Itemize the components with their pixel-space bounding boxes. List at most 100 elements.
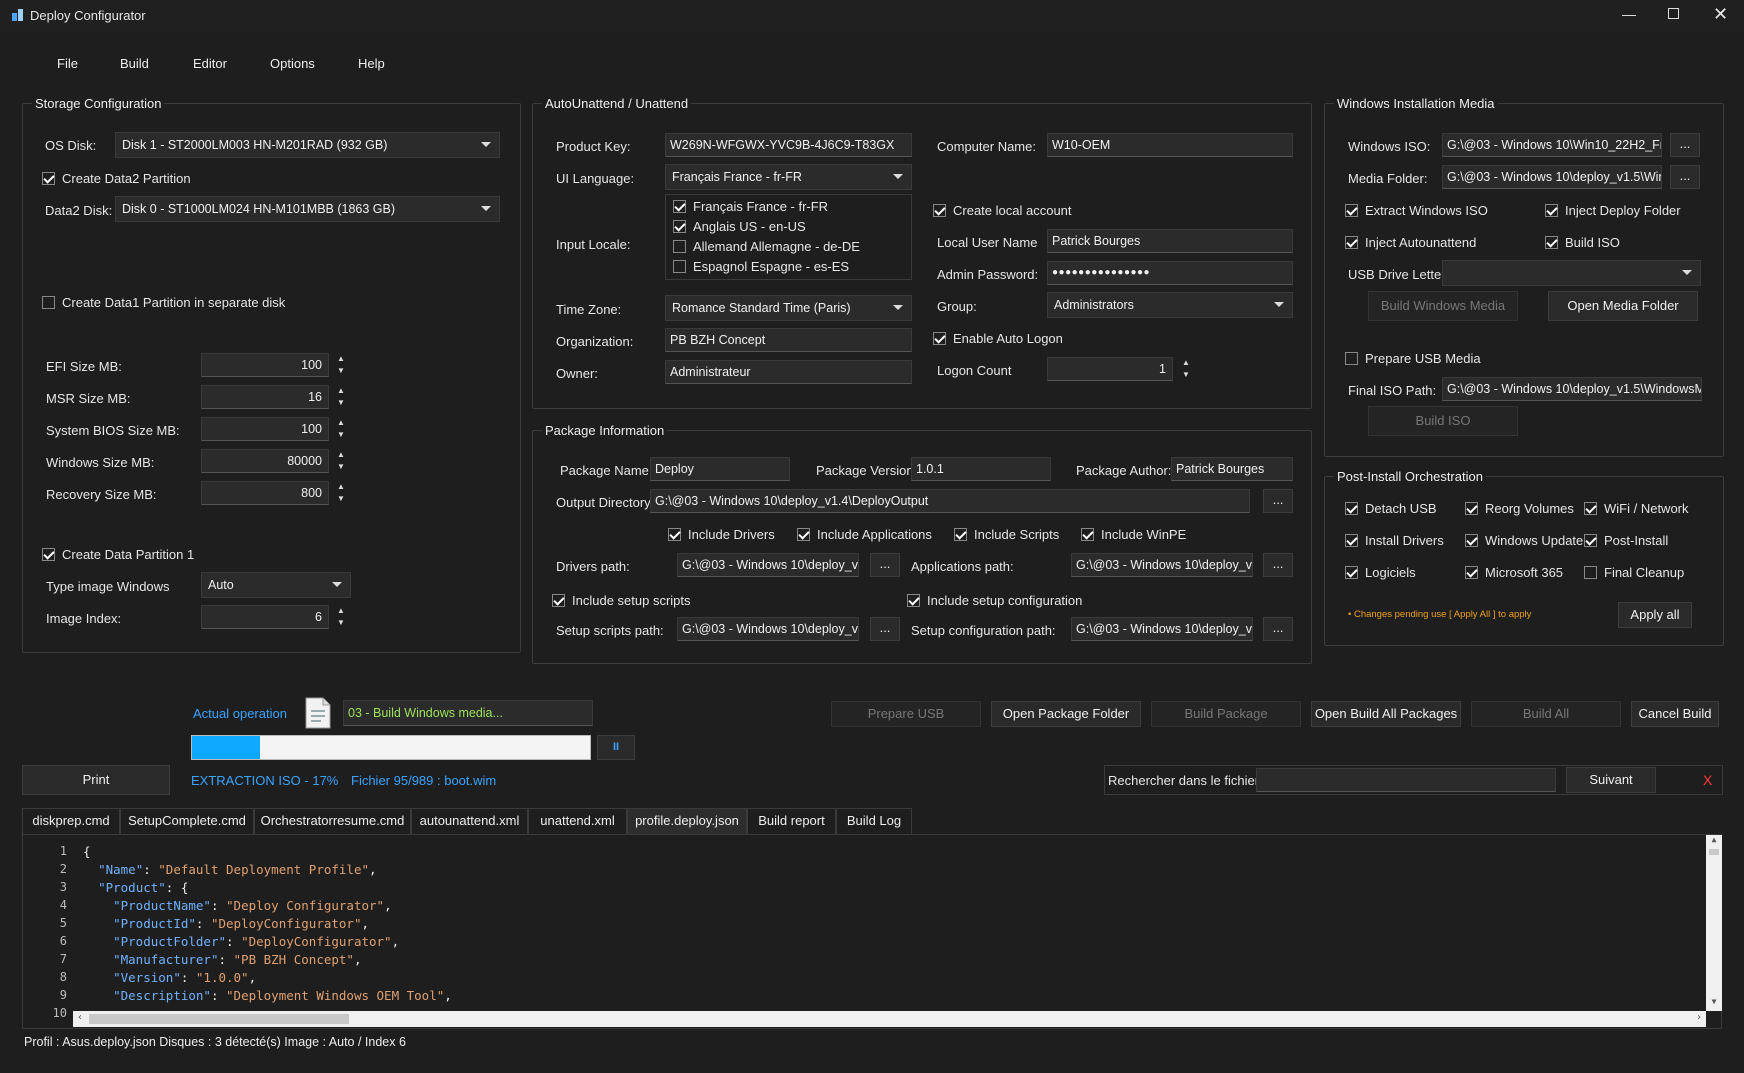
- spin-down-icon[interactable]: ▼: [1176, 369, 1196, 381]
- spin-up-icon[interactable]: ▲: [331, 353, 351, 365]
- ui-language-select[interactable]: Français France - fr-FR: [665, 164, 912, 190]
- logon-count-input[interactable]: 1: [1047, 357, 1173, 381]
- logiciels-checkbox[interactable]: Logiciels: [1345, 565, 1416, 580]
- menu-options[interactable]: Options: [270, 56, 315, 71]
- menu-build[interactable]: Build: [120, 56, 149, 71]
- setup-scripts-path-input[interactable]: G:\@03 - Windows 10\deploy_v1.5: [677, 617, 859, 641]
- efi-size-spinner[interactable]: ▲ ▼: [331, 353, 351, 377]
- spin-up-icon[interactable]: ▲: [331, 417, 351, 429]
- spin-up-icon[interactable]: ▲: [331, 449, 351, 461]
- spin-down-icon[interactable]: ▼: [331, 365, 351, 377]
- msr-size-spinner[interactable]: ▲ ▼: [331, 385, 351, 409]
- locale-en-checkbox[interactable]: Anglais US - en-US: [673, 219, 806, 234]
- spin-up-icon[interactable]: ▲: [331, 605, 351, 617]
- usb-drive-select[interactable]: [1442, 260, 1701, 286]
- final-cleanup-checkbox[interactable]: Final Cleanup: [1584, 565, 1684, 580]
- type-image-select[interactable]: Auto: [201, 572, 351, 598]
- scroll-right-icon[interactable]: ›: [1696, 1012, 1702, 1023]
- prepare-usb-media-checkbox[interactable]: Prepare USB Media: [1345, 351, 1481, 366]
- build-all-button[interactable]: Build All: [1471, 701, 1621, 727]
- prepare-usb-button[interactable]: Prepare USB: [831, 701, 981, 727]
- bios-size-spinner[interactable]: ▲ ▼: [331, 417, 351, 441]
- spin-down-icon[interactable]: ▼: [331, 429, 351, 441]
- setup-config-path-input[interactable]: G:\@03 - Windows 10\deploy_v1.5: [1071, 617, 1253, 641]
- create-data2-checkbox[interactable]: Create Data2 Partition: [42, 171, 191, 186]
- wifi-network-checkbox[interactable]: WiFi / Network: [1584, 501, 1689, 516]
- include-winpe-checkbox[interactable]: Include WinPE: [1081, 527, 1186, 542]
- build-package-button[interactable]: Build Package: [1151, 701, 1301, 727]
- package-author-input[interactable]: Patrick Bourges: [1171, 457, 1293, 481]
- tab-orchestratorresume[interactable]: Orchestratorresume.cmd: [254, 808, 411, 834]
- bios-size-input[interactable]: 100: [201, 417, 329, 441]
- create-data-partition1-checkbox[interactable]: Create Data Partition 1: [42, 547, 194, 562]
- browse-setup-config-button[interactable]: ...: [1263, 617, 1293, 641]
- print-button[interactable]: Print: [22, 765, 170, 795]
- create-data1-separate-checkbox[interactable]: Create Data1 Partition in separate disk: [42, 295, 285, 310]
- tab-diskprep[interactable]: diskprep.cmd: [22, 808, 120, 834]
- local-user-input[interactable]: Patrick Bourges: [1047, 229, 1293, 253]
- close-search-icon[interactable]: X: [1703, 772, 1712, 788]
- extract-iso-checkbox[interactable]: Extract Windows ISO: [1345, 203, 1488, 218]
- applications-path-input[interactable]: G:\@03 - Windows 10\deploy_v1.5: [1071, 553, 1253, 577]
- enable-auto-logon-checkbox[interactable]: Enable Auto Logon: [933, 331, 1063, 346]
- horizontal-scroll-thumb[interactable]: [89, 1014, 349, 1024]
- media-folder-input[interactable]: G:\@03 - Windows 10\deploy_v1.5\Windows: [1442, 165, 1662, 189]
- browse-setup-scripts-button[interactable]: ...: [870, 617, 900, 641]
- open-media-folder-button[interactable]: Open Media Folder: [1548, 291, 1698, 321]
- group-select[interactable]: Administrators: [1047, 292, 1293, 318]
- close-icon[interactable]: ✕: [1713, 4, 1728, 25]
- os-disk-select[interactable]: Disk 1 - ST2000LM003 HN-M201RAD (932 GB): [115, 132, 500, 158]
- browse-output-button[interactable]: ...: [1263, 489, 1293, 513]
- admin-password-input[interactable]: ●●●●●●●●●●●●●●●: [1047, 261, 1293, 285]
- tab-build-log[interactable]: Build Log: [836, 808, 912, 834]
- horizontal-scrollbar[interactable]: ‹ ›: [73, 1011, 1706, 1027]
- windows-update-checkbox[interactable]: Windows Update: [1465, 533, 1583, 548]
- spin-up-icon[interactable]: ▲: [331, 385, 351, 397]
- windows-size-spinner[interactable]: ▲ ▼: [331, 449, 351, 473]
- tab-profile-deploy-json[interactable]: profile.deploy.json: [627, 808, 747, 834]
- tab-autounattend[interactable]: autounattend.xml: [411, 808, 528, 834]
- scroll-left-icon[interactable]: ‹: [77, 1012, 83, 1023]
- msr-size-input[interactable]: 16: [201, 385, 329, 409]
- apply-all-button[interactable]: Apply all: [1618, 602, 1692, 628]
- build-iso-checkbox[interactable]: Build ISO: [1545, 235, 1620, 250]
- install-drivers-checkbox[interactable]: Install Drivers: [1345, 533, 1444, 548]
- reorg-volumes-checkbox[interactable]: Reorg Volumes: [1465, 501, 1574, 516]
- recovery-size-input[interactable]: 800: [201, 481, 329, 505]
- include-scripts-checkbox[interactable]: Include Scripts: [954, 527, 1059, 542]
- logon-count-spinner[interactable]: ▲ ▼: [1176, 357, 1196, 381]
- build-iso-button[interactable]: Build ISO: [1368, 406, 1518, 436]
- locale-es-checkbox[interactable]: Espagnol Espagne - es-ES: [673, 259, 849, 274]
- browse-drivers-button[interactable]: ...: [870, 553, 900, 577]
- browse-media-folder-button[interactable]: ...: [1670, 165, 1700, 189]
- spin-down-icon[interactable]: ▼: [331, 493, 351, 505]
- package-name-input[interactable]: Deploy: [650, 457, 790, 481]
- spin-down-icon[interactable]: ▼: [331, 397, 351, 409]
- spin-down-icon[interactable]: ▼: [331, 617, 351, 629]
- computer-name-input[interactable]: W10-OEM: [1047, 133, 1293, 157]
- product-key-input[interactable]: W269N-WFGWX-YVC9B-4J6C9-T83GX: [665, 133, 912, 157]
- include-applications-checkbox[interactable]: Include Applications: [797, 527, 932, 542]
- create-local-account-checkbox[interactable]: Create local account: [933, 203, 1072, 218]
- search-input[interactable]: [1256, 768, 1556, 792]
- scroll-up-icon[interactable]: ▲: [1706, 835, 1722, 849]
- minimize-icon[interactable]: —: [1622, 6, 1636, 22]
- build-windows-media-button[interactable]: Build Windows Media: [1368, 291, 1518, 321]
- code-editor[interactable]: 1 2 3 4 5 6 7 8 9 10 { "Name": "Default …: [22, 834, 1722, 1029]
- pause-button[interactable]: II: [597, 735, 635, 760]
- drivers-path-input[interactable]: G:\@03 - Windows 10\deploy_v1.5: [677, 553, 859, 577]
- spin-up-icon[interactable]: ▲: [331, 481, 351, 493]
- browse-iso-button[interactable]: ...: [1670, 133, 1700, 157]
- include-drivers-checkbox[interactable]: Include Drivers: [668, 527, 775, 542]
- inject-deploy-checkbox[interactable]: Inject Deploy Folder: [1545, 203, 1681, 218]
- efi-size-input[interactable]: 100: [201, 353, 329, 377]
- cancel-build-button[interactable]: Cancel Build: [1631, 701, 1719, 727]
- windows-iso-input[interactable]: G:\@03 - Windows 10\Win10_22H2_French: [1442, 133, 1662, 157]
- inject-autounattend-checkbox[interactable]: Inject Autounattend: [1345, 235, 1476, 250]
- microsoft-365-checkbox[interactable]: Microsoft 365: [1465, 565, 1563, 580]
- data2-disk-select[interactable]: Disk 0 - ST1000LM024 HN-M101MBB (1863 GB…: [115, 196, 500, 222]
- include-setup-config-checkbox[interactable]: Include setup configuration: [907, 593, 1082, 608]
- image-index-input[interactable]: 6: [201, 605, 329, 629]
- open-package-folder-button[interactable]: Open Package Folder: [991, 701, 1141, 727]
- image-index-spinner[interactable]: ▲ ▼: [331, 605, 351, 629]
